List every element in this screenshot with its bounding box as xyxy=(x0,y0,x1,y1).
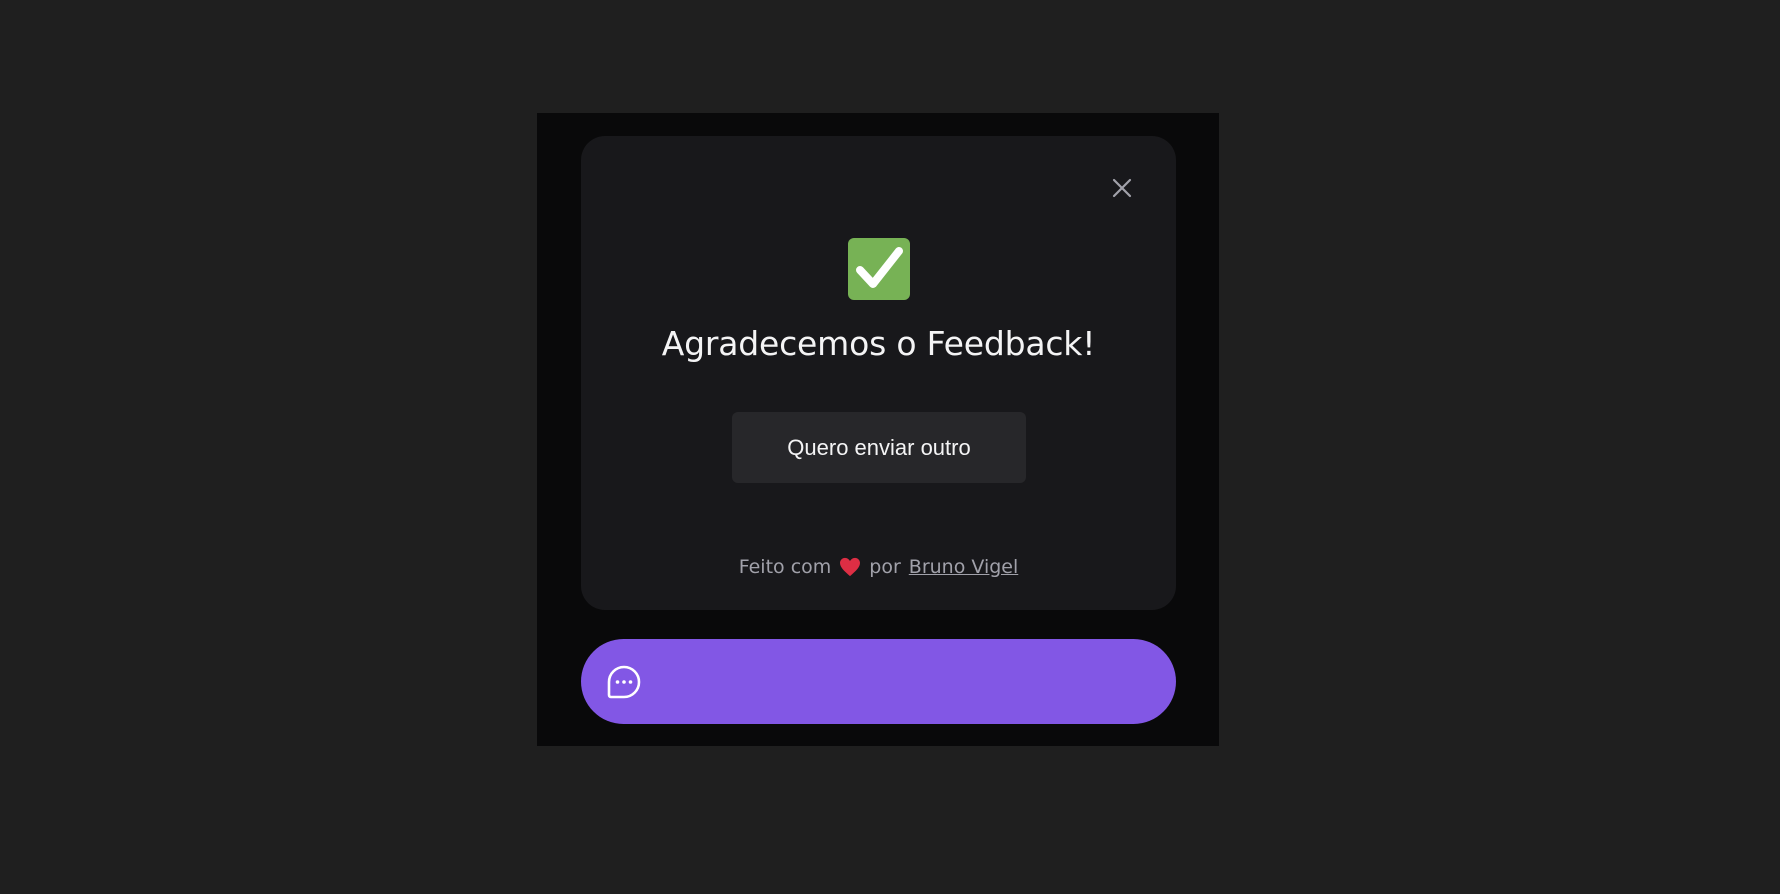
widget-stage: Agradecemos o Feedback! Quero enviar out… xyxy=(537,113,1219,746)
close-button[interactable] xyxy=(1104,170,1140,206)
feedback-success-card: Agradecemos o Feedback! Quero enviar out… xyxy=(581,136,1176,610)
author-link[interactable]: Bruno Vigel xyxy=(909,554,1018,580)
footer-by: por xyxy=(869,556,901,578)
heart-icon xyxy=(840,557,861,577)
send-another-button[interactable]: Quero enviar outro xyxy=(732,412,1026,483)
footer-prefix: Feito com xyxy=(738,556,832,578)
success-title: Agradecemos o Feedback! xyxy=(661,324,1096,363)
footer-credit: Feito com por Bruno Vigel xyxy=(581,554,1176,580)
close-icon xyxy=(1112,178,1132,198)
feedback-launcher-button[interactable] xyxy=(581,639,1176,724)
check-mark-icon xyxy=(848,238,910,300)
chat-bubble-icon xyxy=(607,665,641,699)
